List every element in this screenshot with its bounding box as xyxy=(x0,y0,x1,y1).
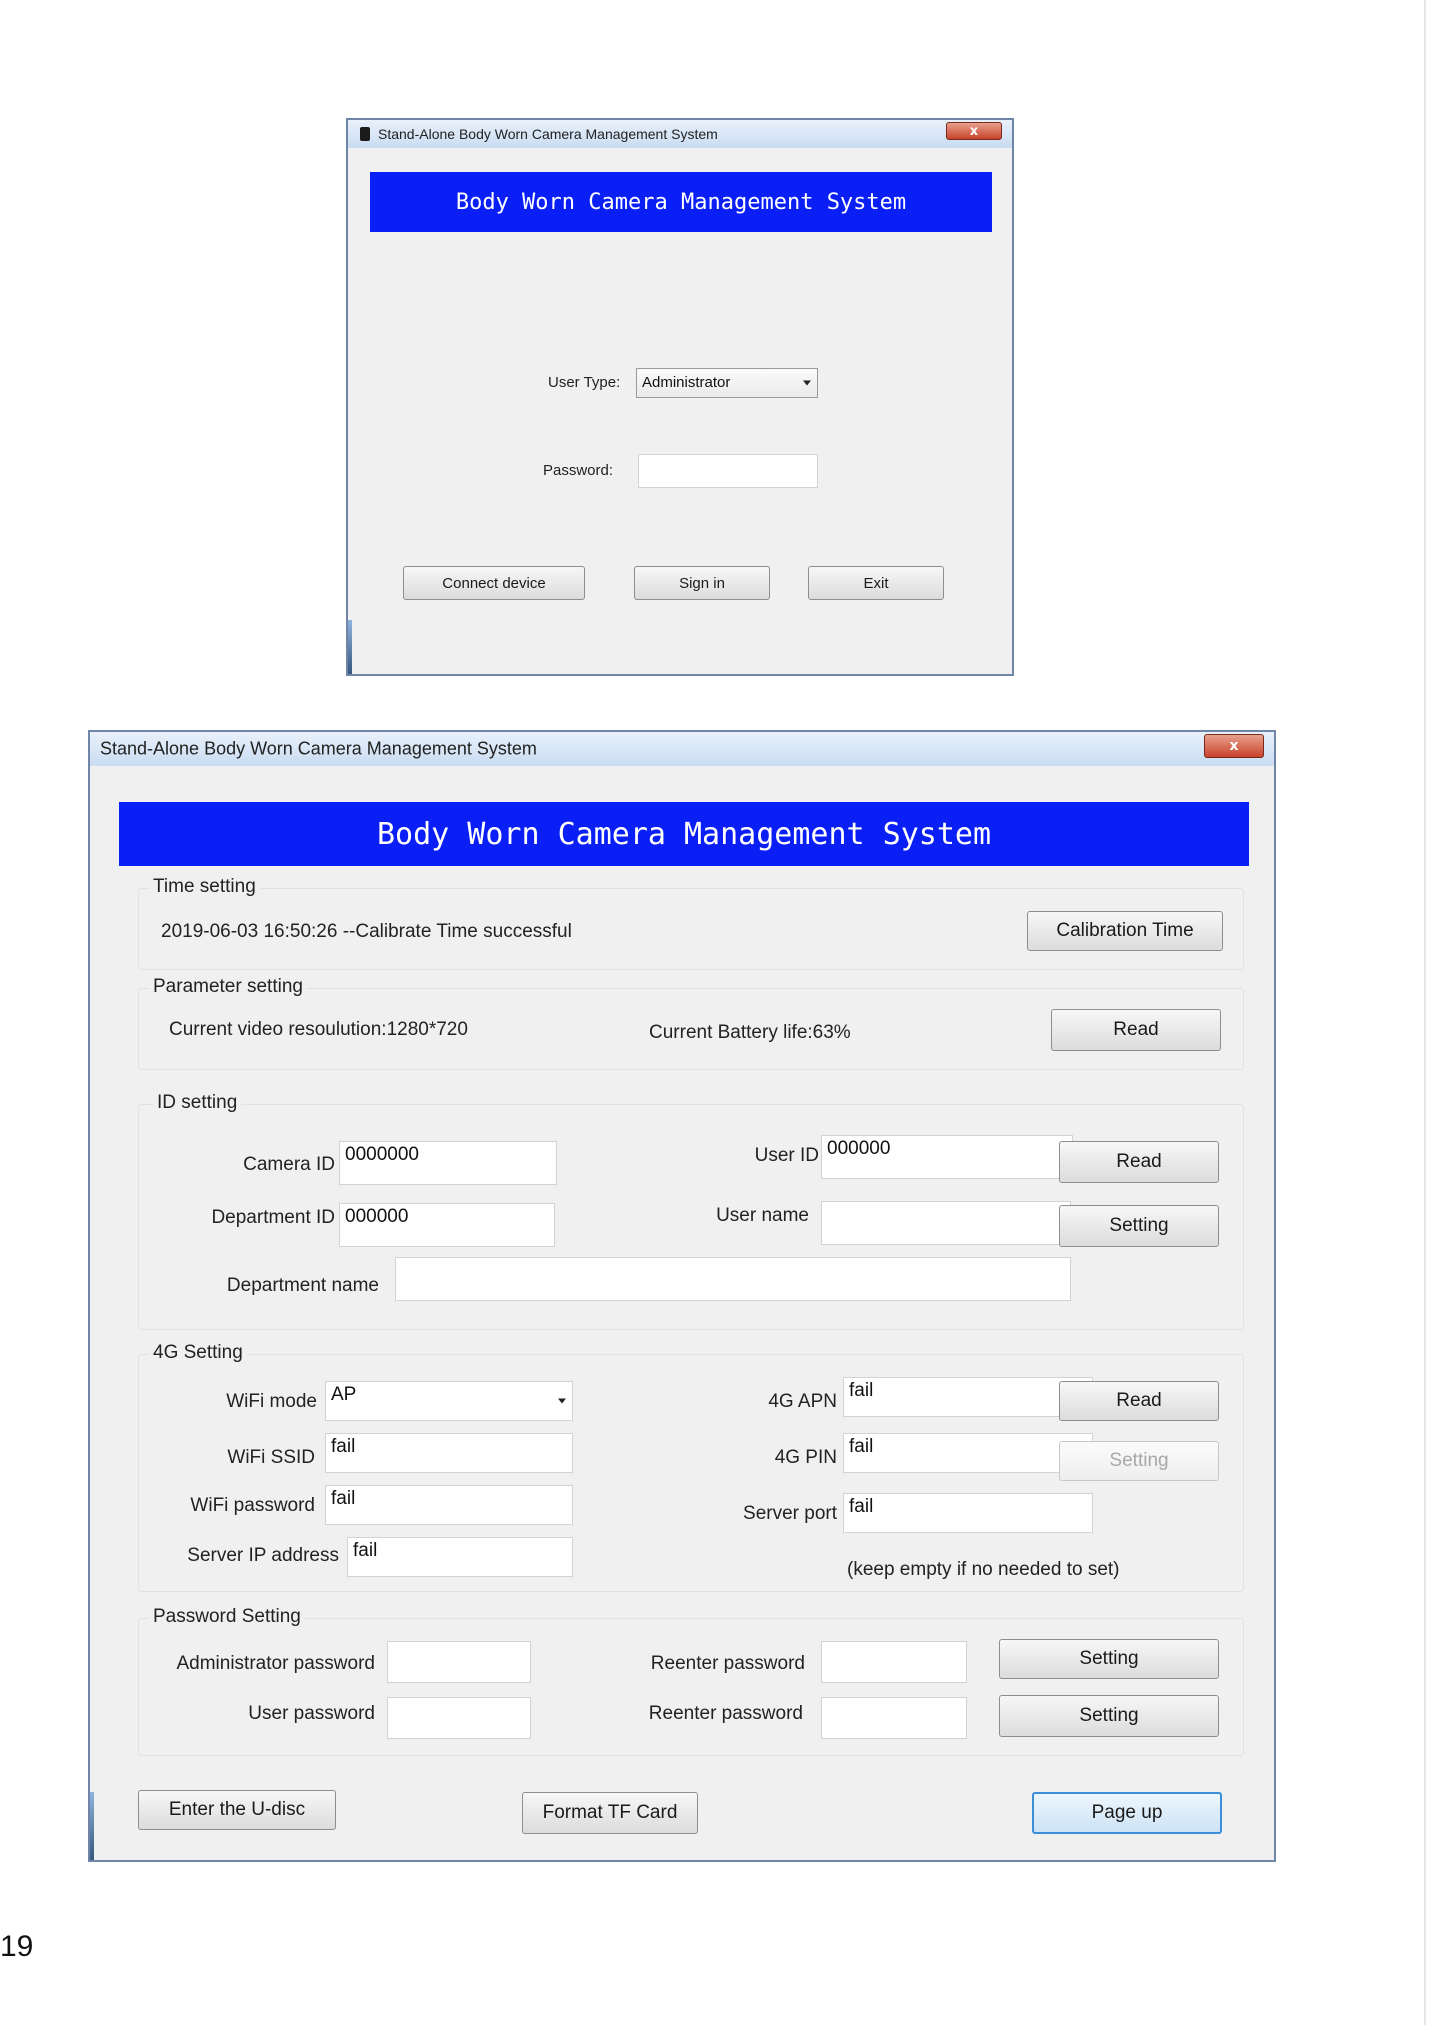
wifi-ssid-label: WiFi SSID xyxy=(227,1447,315,1468)
user-password-label: User password xyxy=(248,1703,375,1724)
main-window-title: Stand-Alone Body Worn Camera Management … xyxy=(100,738,537,759)
password-setting-title: Password Setting xyxy=(149,1606,305,1628)
4g-apn-label: 4G APN xyxy=(768,1391,837,1412)
camera-id-field[interactable]: 0000000 xyxy=(339,1141,557,1185)
login-titlebar: Stand-Alone Body Worn Camera Management … xyxy=(348,120,1012,148)
calibration-time-button[interactable]: Calibration Time xyxy=(1027,911,1223,951)
close-icon: x xyxy=(969,123,979,139)
user-type-value: Administrator xyxy=(642,374,731,391)
4g-setting-group: 4G Setting WiFi mode AP WiFi SSID fail W… xyxy=(138,1342,1244,1592)
main-banner: Body Worn Camera Management System xyxy=(119,802,1249,866)
keep-empty-note: (keep empty if no needed to set) xyxy=(847,1559,1120,1580)
admin-reenter-field[interactable] xyxy=(821,1641,967,1683)
wifi-ssid-field[interactable]: fail xyxy=(325,1433,573,1473)
department-name-field[interactable] xyxy=(395,1257,1071,1301)
exit-button[interactable]: Exit xyxy=(808,566,944,600)
id-read-button[interactable]: Read xyxy=(1059,1141,1219,1183)
id-setting-button[interactable]: Setting xyxy=(1059,1205,1219,1247)
server-port-field[interactable]: fail xyxy=(843,1493,1093,1533)
user-type-select[interactable]: Administrator xyxy=(636,368,818,398)
user-type-label: User Type: xyxy=(548,374,621,391)
format-tf-card-button[interactable]: Format TF Card xyxy=(522,1792,698,1834)
password-field[interactable] xyxy=(638,454,818,488)
chevron-down-icon xyxy=(803,380,811,386)
server-port-label: Server port xyxy=(743,1503,837,1524)
enter-udisc-button[interactable]: Enter the U-disc xyxy=(138,1790,336,1830)
time-setting-group: Time setting 2019-06-03 16:50:26 --Calib… xyxy=(138,876,1244,970)
main-titlebar: Stand-Alone Body Worn Camera Management … xyxy=(90,732,1274,766)
sign-in-button[interactable]: Sign in xyxy=(634,566,770,600)
user-reenter-field[interactable] xyxy=(821,1697,967,1739)
wifi-mode-label: WiFi mode xyxy=(226,1391,317,1412)
department-id-label: Department ID xyxy=(211,1207,335,1228)
id-setting-title: ID setting xyxy=(153,1092,242,1114)
parameter-read-button[interactable]: Read xyxy=(1051,1009,1221,1051)
password-setting-group: Password Setting Administrator password … xyxy=(138,1606,1244,1756)
login-window: Stand-Alone Body Worn Camera Management … xyxy=(346,118,1014,676)
time-status-text: 2019-06-03 16:50:26 --Calibrate Time suc… xyxy=(161,921,572,942)
parameter-setting-title: Parameter setting xyxy=(149,976,307,998)
user-name-field[interactable] xyxy=(821,1201,1071,1245)
login-banner: Body Worn Camera Management System xyxy=(370,172,992,232)
user-id-label: User ID xyxy=(754,1145,819,1166)
page-edge xyxy=(1424,0,1426,2025)
4g-read-button[interactable]: Read xyxy=(1059,1381,1219,1421)
login-close-button[interactable]: x xyxy=(946,122,1002,140)
parameter-setting-group: Parameter setting Current video resoulut… xyxy=(138,976,1244,1070)
user-name-label: User name xyxy=(716,1205,809,1226)
close-icon: x xyxy=(1229,738,1239,754)
user-password-field[interactable] xyxy=(387,1697,531,1739)
server-ip-label: Server IP address xyxy=(187,1545,339,1566)
4g-pin-field[interactable]: fail xyxy=(843,1433,1093,1473)
app-icon xyxy=(360,127,370,141)
main-window: Stand-Alone Body Worn Camera Management … xyxy=(88,730,1276,1862)
password-label: Password: xyxy=(543,462,614,479)
department-name-label: Department name xyxy=(226,1275,379,1296)
4g-pin-label: 4G PIN xyxy=(774,1447,837,1468)
user-id-field[interactable]: 000000 xyxy=(821,1135,1073,1179)
window-frame-strip xyxy=(90,1792,94,1860)
admin-password-setting-button[interactable]: Setting xyxy=(999,1639,1219,1679)
main-close-button[interactable]: x xyxy=(1204,734,1264,758)
chevron-down-icon xyxy=(558,1398,566,1404)
4g-setting-button[interactable]: Setting xyxy=(1059,1441,1219,1481)
page-up-button[interactable]: Page up xyxy=(1032,1792,1222,1834)
time-setting-title: Time setting xyxy=(149,876,260,898)
wifi-mode-select[interactable]: AP xyxy=(325,1381,573,1421)
4g-apn-field[interactable]: fail xyxy=(843,1377,1093,1417)
connect-device-button[interactable]: Connect device xyxy=(403,566,585,600)
page-number: 19 xyxy=(0,1930,34,1963)
user-password-setting-button[interactable]: Setting xyxy=(999,1695,1219,1737)
user-reenter-label: Reenter password xyxy=(648,1703,803,1724)
battery-life-text: Current Battery life:63% xyxy=(649,1022,851,1043)
4g-setting-title: 4G Setting xyxy=(149,1342,247,1364)
wifi-password-label: WiFi password xyxy=(190,1495,315,1516)
wifi-mode-value: AP xyxy=(331,1384,357,1405)
department-id-field[interactable]: 000000 xyxy=(339,1203,555,1247)
server-ip-field[interactable]: fail xyxy=(347,1537,573,1577)
video-resolution-text: Current video resoulution:1280*720 xyxy=(169,1019,468,1040)
admin-password-field[interactable] xyxy=(387,1641,531,1683)
camera-id-label: Camera ID xyxy=(243,1154,335,1175)
admin-password-label: Administrator password xyxy=(176,1653,375,1674)
window-frame-strip xyxy=(348,620,352,674)
id-setting-group: ID setting Camera ID 0000000 User ID 000… xyxy=(138,1092,1244,1330)
admin-reenter-label: Reenter password xyxy=(650,1653,805,1674)
wifi-password-field[interactable]: fail xyxy=(325,1485,573,1525)
login-window-title: Stand-Alone Body Worn Camera Management … xyxy=(378,126,718,142)
